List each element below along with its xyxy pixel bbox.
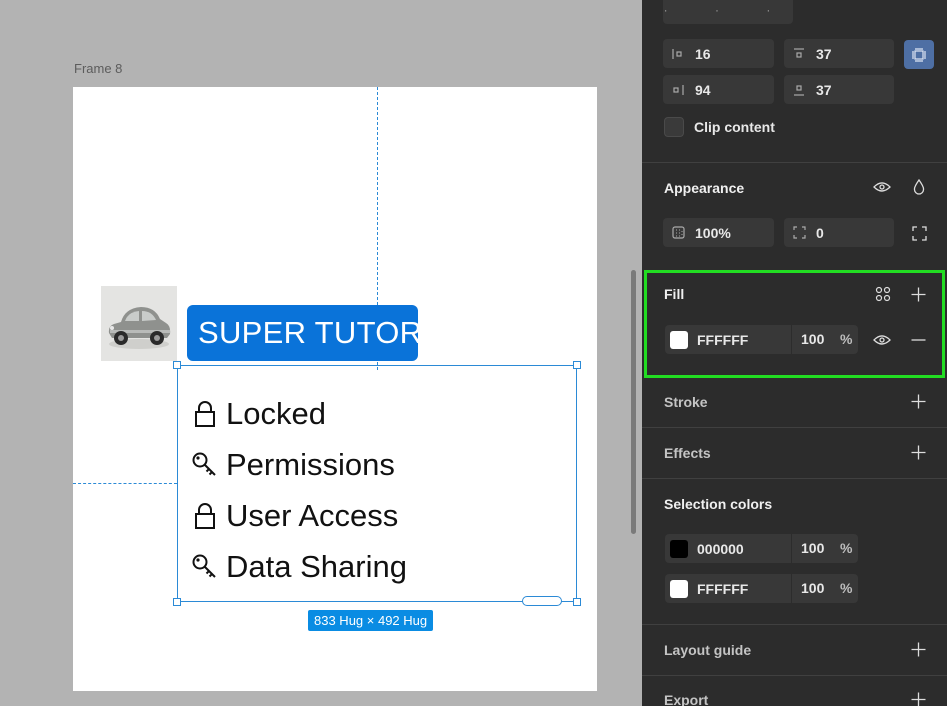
permission-item[interactable]: Permissions — [191, 439, 407, 490]
permissions-list-selection[interactable]: Locked Permissions User Access Data Shar… — [173, 361, 581, 606]
padding-left-value: 16 — [695, 45, 711, 62]
size-tag: 833 Hug × 492 Hug — [308, 610, 434, 631]
clip-content-label[interactable]: Clip content — [694, 119, 775, 135]
section-divider — [642, 427, 947, 428]
resize-handle-top-right[interactable] — [573, 361, 581, 369]
padding-bottom-icon — [792, 83, 806, 97]
fill-title: Fill — [664, 286, 685, 302]
selection-color-hex: 000000 — [697, 540, 744, 557]
frame[interactable]: SUPER TUTOR Locked Permissions User Acce… — [73, 87, 597, 691]
padding-mode-icon — [912, 47, 926, 62]
padding-left-icon — [671, 47, 685, 61]
percent-sign: % — [840, 331, 853, 347]
design-canvas[interactable]: Frame 8 SUPER TUTOR Locked Permissions U… — [0, 0, 642, 706]
car-image[interactable] — [101, 286, 177, 361]
opacity-value: 100% — [695, 224, 731, 241]
lock-icon — [191, 501, 219, 531]
frame-label[interactable]: Frame 8 — [74, 61, 122, 76]
resize-handle-bottom-right[interactable] — [573, 598, 581, 606]
add-export-icon[interactable] — [907, 688, 929, 706]
car-illustration — [101, 286, 177, 361]
padding-bottom-value: 37 — [816, 81, 832, 98]
eye-icon[interactable] — [871, 329, 893, 351]
field-separator — [791, 534, 792, 563]
add-layout-guide-icon[interactable] — [907, 638, 929, 660]
fill-color-swatch[interactable] — [670, 330, 688, 349]
selection-color-field[interactable]: FFFFFF 100 % — [665, 574, 858, 603]
super-tutor-badge[interactable]: SUPER TUTOR — [187, 305, 422, 361]
padding-top-icon — [792, 47, 806, 61]
opacity-field[interactable]: 100% — [663, 218, 774, 247]
blend-mode-drop-icon[interactable] — [908, 176, 930, 198]
remove-fill-icon[interactable] — [907, 329, 929, 351]
alignment-grid[interactable]: · · · — [663, 0, 793, 24]
permission-label: Locked — [226, 395, 326, 431]
padding-right-field[interactable]: 94 — [663, 75, 774, 104]
field-separator — [791, 574, 792, 603]
permissions-list: Locked Permissions User Access Data Shar… — [191, 388, 407, 592]
permission-item[interactable]: User Access — [191, 490, 407, 541]
section-divider — [642, 162, 947, 163]
resize-handle-bottom-left[interactable] — [173, 598, 181, 606]
key-icon — [191, 450, 219, 480]
permission-item[interactable]: Data Sharing — [191, 541, 407, 592]
key-icon — [191, 552, 219, 582]
selection-color-opacity: 100 — [801, 580, 825, 596]
properties-panel: · · · 16 37 94 37 Clip content Appearanc… — [631, 0, 947, 706]
selection-color-hex: FFFFFF — [697, 580, 749, 597]
padding-top-field[interactable]: 37 — [784, 39, 894, 68]
add-stroke-icon[interactable] — [907, 390, 929, 412]
resize-handle-top-left[interactable] — [173, 361, 181, 369]
padding-right-value: 94 — [695, 81, 711, 98]
permission-label: Permissions — [226, 446, 395, 482]
corner-radius-icon — [792, 226, 806, 240]
canvas-scrollbar[interactable] — [631, 270, 636, 534]
field-separator — [791, 325, 792, 354]
padding-left-field[interactable]: 16 — [663, 39, 774, 68]
percent-sign: % — [840, 540, 853, 556]
opacity-icon — [671, 226, 685, 240]
independent-corners-icon[interactable] — [908, 222, 930, 244]
selection-color-swatch[interactable] — [670, 539, 688, 558]
permission-label: User Access — [226, 497, 399, 533]
fill-opacity-value: 100 — [801, 331, 825, 347]
horizontal-guide-line — [73, 483, 177, 484]
style-library-icon[interactable] — [872, 283, 894, 305]
corner-radius-value: 0 — [816, 224, 824, 241]
permission-label: Data Sharing — [226, 548, 407, 584]
independent-padding-button[interactable] — [904, 40, 934, 69]
fill-hex-value: FFFFFF — [697, 331, 749, 348]
layout-guide-title: Layout guide — [664, 642, 752, 658]
appearance-title: Appearance — [664, 180, 745, 196]
padding-bottom-field[interactable]: 37 — [784, 75, 894, 104]
section-divider — [642, 624, 947, 625]
section-divider — [642, 478, 947, 479]
add-fill-icon[interactable] — [907, 283, 929, 305]
export-title: Export — [664, 692, 709, 706]
selection-color-opacity: 100 — [801, 540, 825, 556]
permission-item[interactable]: Locked — [191, 388, 407, 439]
clip-content-checkbox[interactable] — [664, 117, 684, 137]
padding-right-icon — [671, 83, 685, 97]
add-effect-icon[interactable] — [907, 441, 929, 463]
selection-color-swatch[interactable] — [670, 579, 688, 598]
corner-radius-field[interactable]: 0 — [784, 218, 894, 247]
padding-top-value: 37 — [816, 45, 832, 62]
lock-icon — [191, 399, 219, 429]
percent-sign: % — [840, 580, 853, 596]
section-divider — [642, 675, 947, 676]
eye-icon[interactable] — [871, 176, 893, 198]
fill-section-highlight — [644, 270, 945, 378]
fill-color-field[interactable]: FFFFFF 100 % — [665, 325, 858, 354]
selection-colors-title: Selection colors — [664, 496, 773, 512]
stroke-title: Stroke — [664, 394, 708, 410]
auto-layout-handle[interactable] — [522, 596, 562, 606]
effects-title: Effects — [664, 445, 711, 461]
selection-color-field[interactable]: 000000 100 % — [665, 534, 858, 563]
